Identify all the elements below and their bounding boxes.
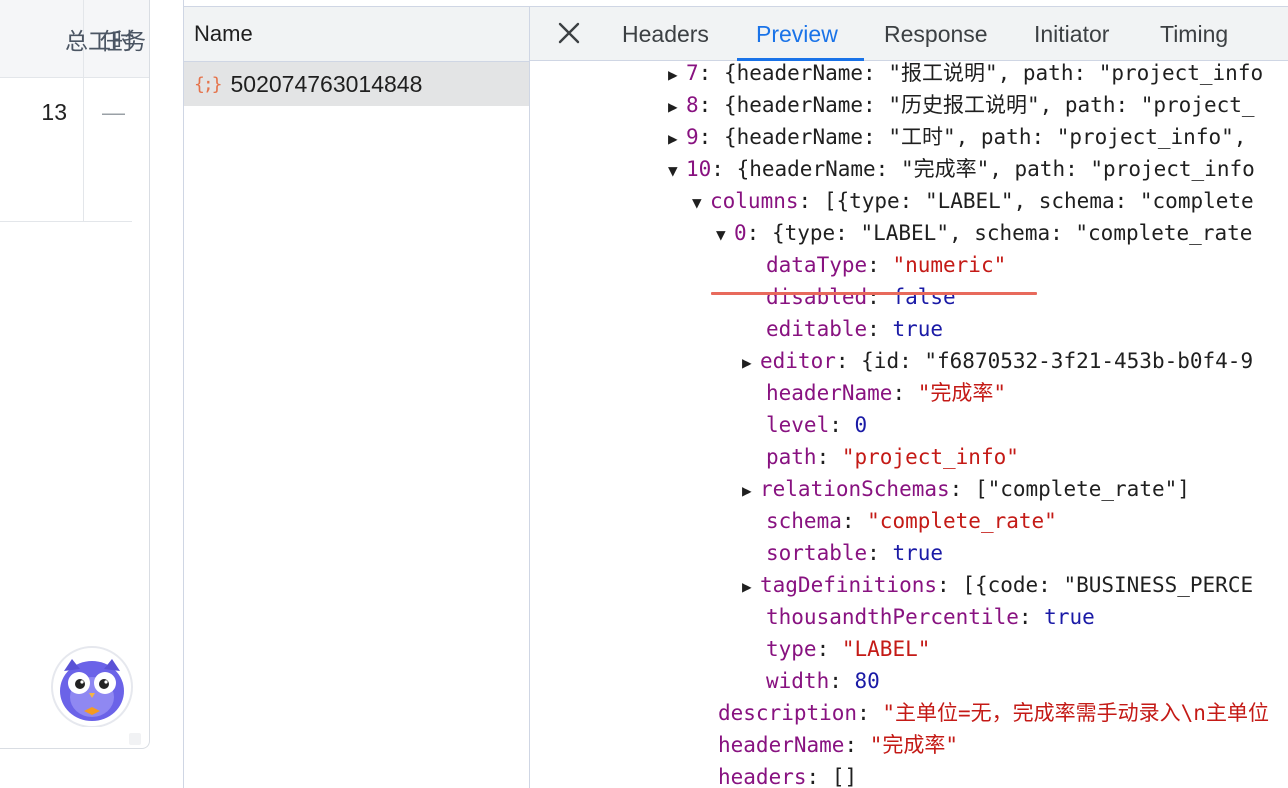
tree-node-tagDefinitions[interactable]: ▶ tagDefinitions: [{code: "BUSINESS_PERCE [742, 569, 1253, 601]
tree-node-columns[interactable]: ▼ columns: [{type: "LABEL", schema: "comp… [692, 185, 1254, 217]
request-row-selected[interactable]: {;} 502074763014848 [184, 62, 529, 106]
prop-level: level: 0 [766, 413, 868, 437]
prop-headers: headers: [] [718, 765, 858, 788]
collapse-arrow-icon[interactable]: ▼ [692, 187, 710, 219]
prop-path: path: "project_info" [766, 445, 1019, 469]
tab-headers[interactable]: Headers [622, 21, 709, 48]
expand-arrow-icon[interactable]: ▶ [742, 347, 760, 379]
expand-arrow-icon[interactable]: ▶ [668, 62, 686, 91]
tree-node-relationSchemas[interactable]: ▶ relationSchemas: ["complete_rate"] [742, 473, 1190, 505]
prop-thousandthPercentile: thousandthPercentile: true [766, 605, 1095, 629]
expand-arrow-icon[interactable]: ▶ [742, 571, 760, 603]
expand-arrow-icon[interactable]: ▶ [742, 475, 760, 507]
prop-editable: editable: true [766, 317, 944, 341]
prop-disabled: disabled: false [766, 285, 956, 309]
tree-node-item-7[interactable]: ▶ 7: {headerName: "报工说明", path: "project_… [668, 62, 1263, 89]
prop-dataType: dataType: "numeric" [766, 253, 1007, 277]
prop-description: description: "主单位=无，完成率需手动录入\n主单位 [718, 701, 1269, 725]
active-tab-indicator [737, 58, 864, 61]
devtools-network-panel: Name {;} 502074763014848 Headers Preview… [183, 0, 1288, 788]
prop-schema: schema: "complete_rate" [766, 509, 1057, 533]
prop-sortable: sortable: true [766, 541, 944, 565]
request-name: 502074763014848 [230, 70, 423, 97]
expand-arrow-icon[interactable]: ▶ [668, 123, 686, 155]
prop-headerName: headerName: "完成率" [766, 381, 1007, 405]
json-preview-tree: ▶ 7: {headerName: "报工说明", path: "project_… [530, 62, 1288, 788]
prop-item-headerName: headerName: "完成率" [718, 733, 959, 757]
table-row-divider [84, 221, 132, 222]
cell-task: — [102, 99, 125, 125]
owl-assistant-icon[interactable] [50, 645, 136, 727]
prop-type: type: "LABEL" [766, 637, 931, 661]
column-header-task[interactable]: 任务 [100, 22, 146, 56]
app-table-panel: 总工时 任务 13 — [0, 0, 150, 749]
request-detail-pane: Headers Preview Response Initiator Timin… [530, 0, 1288, 788]
annotation-strike-line [711, 292, 1037, 295]
tree-node-item-8[interactable]: ▶ 8: {headerName: "历史报工说明", path: "projec… [668, 89, 1255, 121]
close-icon[interactable] [554, 18, 584, 48]
tab-preview[interactable]: Preview [756, 21, 838, 48]
tab-response[interactable]: Response [884, 21, 988, 48]
tree-node-item-9[interactable]: ▶ 9: {headerName: "工时", path: "project_in… [668, 121, 1246, 153]
prop-width: width: 80 [766, 669, 880, 693]
expand-arrow-icon[interactable]: ▶ [668, 91, 686, 123]
tab-initiator[interactable]: Initiator [1034, 21, 1109, 48]
name-column-header[interactable]: Name [184, 7, 529, 62]
detail-tab-bar: Headers Preview Response Initiator Timin… [530, 6, 1288, 61]
tree-node-item-10[interactable]: ▼ 10: {headerName: "完成率", path: "project_… [668, 153, 1255, 185]
collapse-arrow-icon[interactable]: ▼ [716, 219, 734, 251]
tree-node-editor[interactable]: ▶ editor: {id: "f6870532-3f21-453b-b0f4-9 [742, 345, 1253, 377]
cell-total-hours: 13 [41, 99, 67, 125]
table-header-row: 总工时 任务 [0, 0, 149, 78]
tab-timing[interactable]: Timing [1160, 21, 1228, 48]
json-file-icon: {;} [194, 73, 222, 95]
resize-corner[interactable] [129, 733, 141, 745]
request-list: Name {;} 502074763014848 [184, 6, 530, 788]
collapse-arrow-icon[interactable]: ▼ [668, 155, 686, 187]
tree-node-column-0[interactable]: ▼ 0: {type: "LABEL", schema: "complete_ra… [716, 217, 1252, 249]
